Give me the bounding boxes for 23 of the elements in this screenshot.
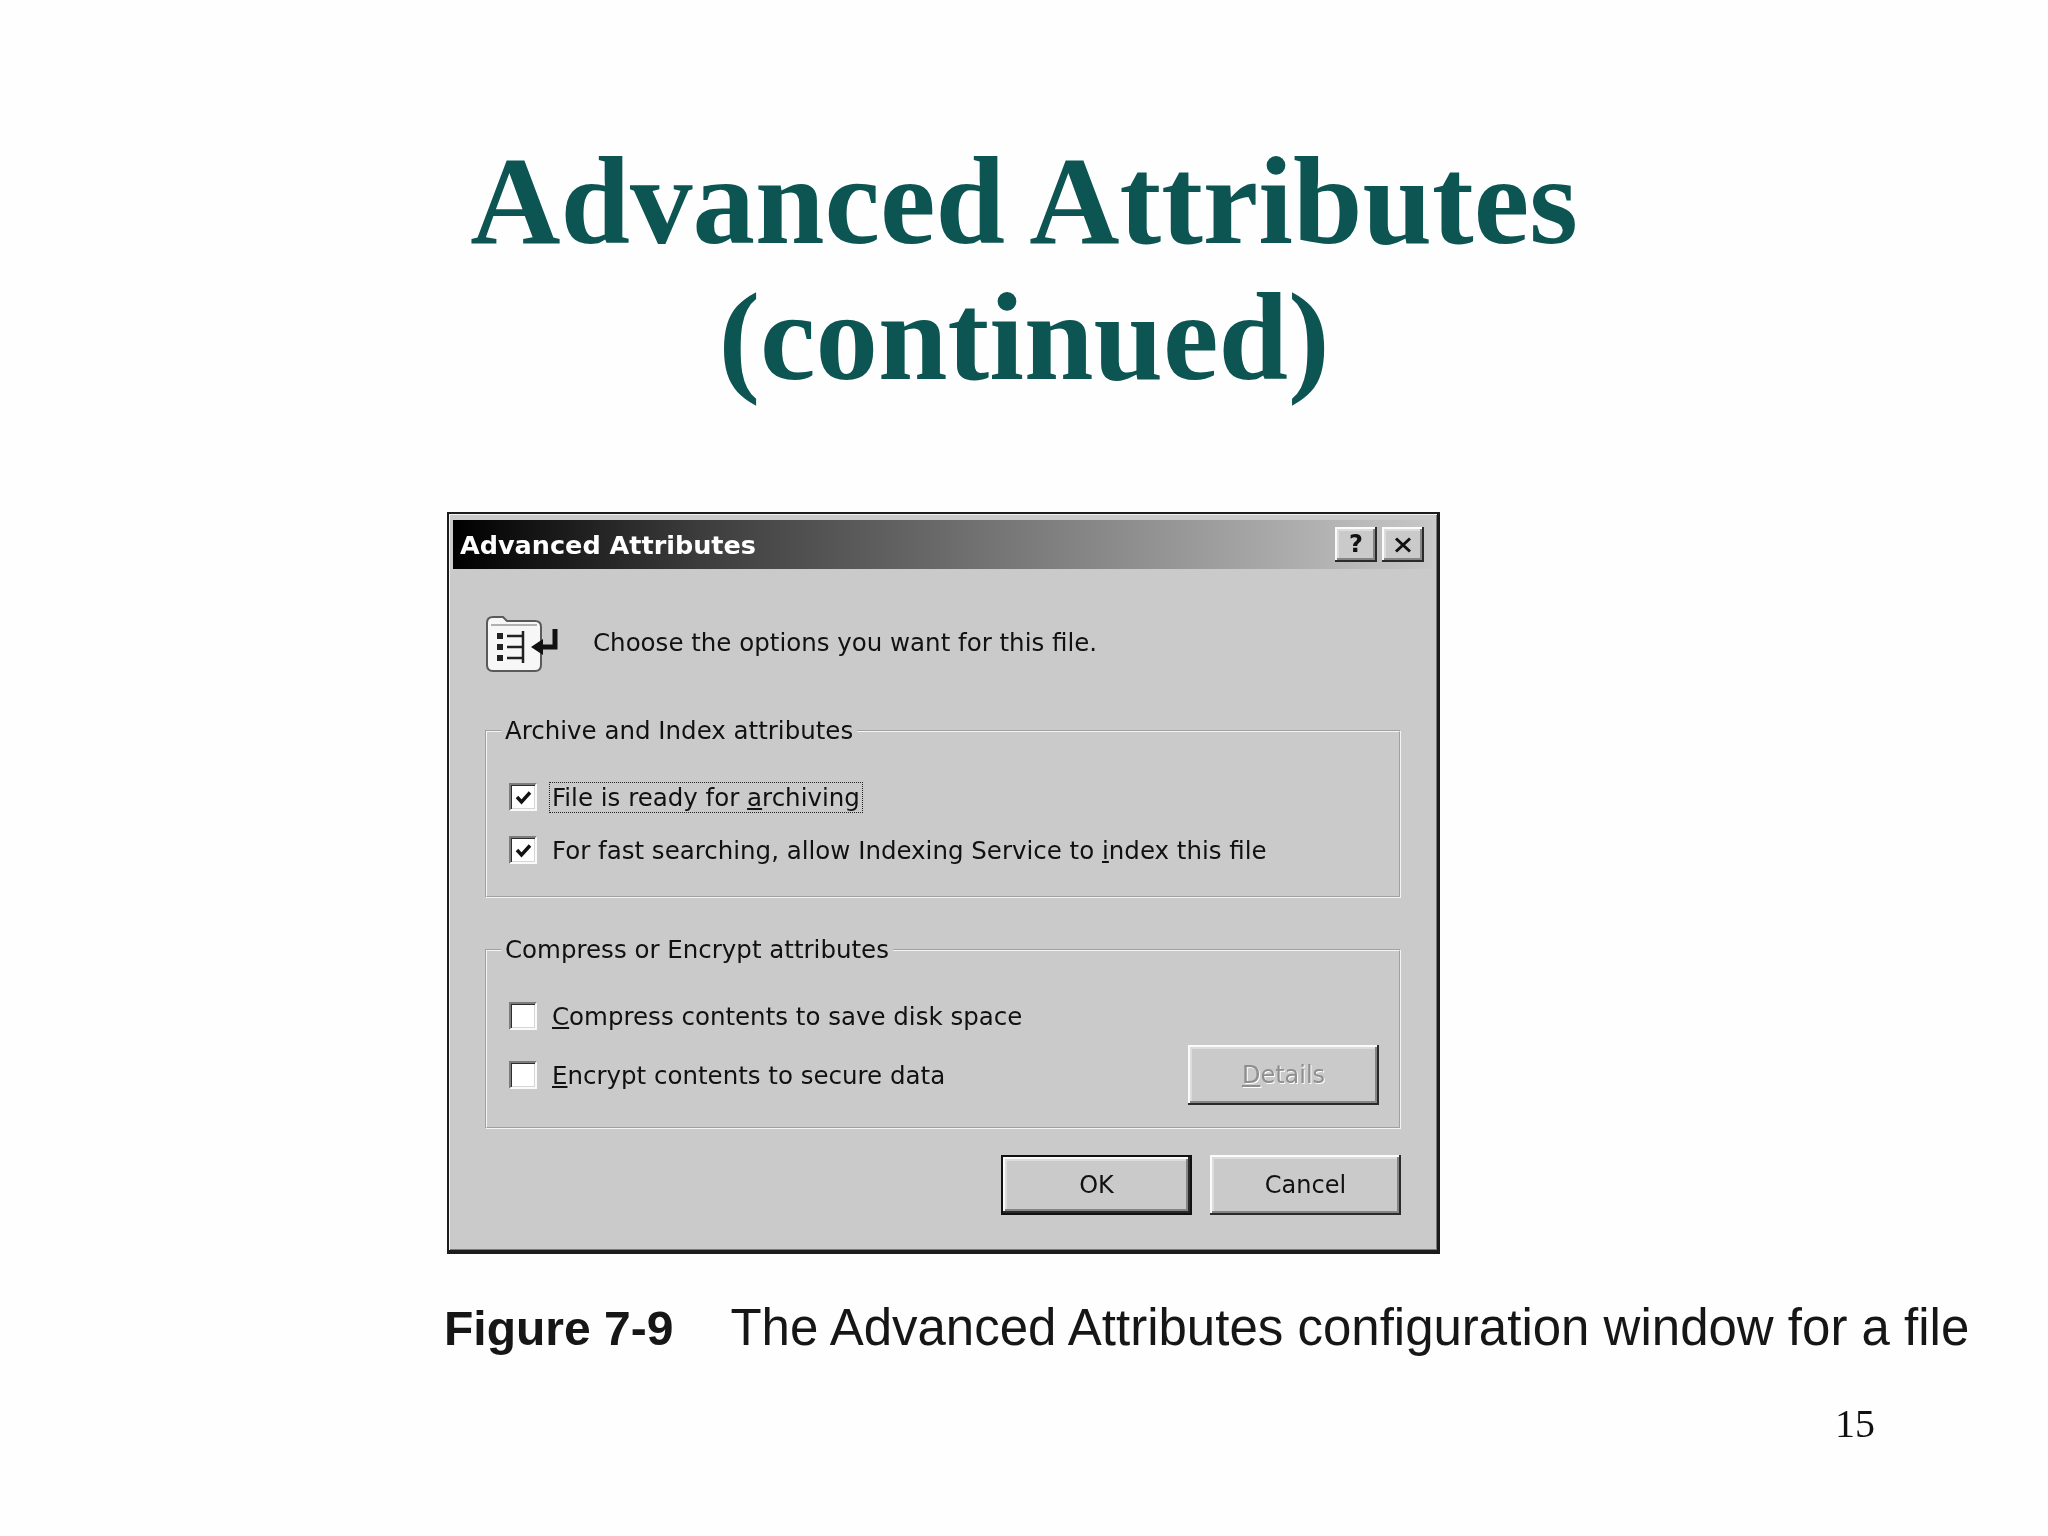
close-icon — [1394, 536, 1412, 553]
checkmark-icon — [514, 842, 532, 858]
slide-title: Advanced Attributes (continued) — [469, 133, 1579, 405]
checkbox[interactable] — [509, 1002, 537, 1030]
figure-caption: The Advanced Attributes configuration window for a file — [730, 1300, 1970, 1356]
checkbox-label[interactable]: File is ready for archiving — [549, 781, 863, 813]
dialog-button[interactable]: OK — [1001, 1155, 1192, 1215]
checkbox[interactable] — [509, 1061, 537, 1089]
close-button[interactable] — [1382, 527, 1424, 562]
checkmark-icon — [514, 789, 532, 805]
checkbox-label[interactable]: Encrypt contents to secure data — [549, 1059, 949, 1091]
dialog-button[interactable]: Cancel — [1210, 1155, 1401, 1215]
window-title: Advanced Attributes — [460, 529, 756, 560]
prompt-text: Choose the options you want for this file. — [593, 627, 1098, 657]
checkbox[interactable] — [509, 783, 537, 811]
figure-label: Figure 7-9 — [444, 1301, 674, 1357]
checkbox-label[interactable]: For fast searching, allow Indexing Service to index this file — [549, 834, 1270, 866]
group-legend: Archive and Index attributes — [501, 716, 858, 745]
checkbox-label[interactable]: Compress contents to save disk space — [549, 1000, 1026, 1032]
help-button[interactable]: ? — [1335, 527, 1377, 562]
page-number: 15 — [1835, 1401, 1875, 1446]
checkbox[interactable] — [509, 836, 537, 864]
group-legend: Compress or Encrypt attributes — [501, 935, 893, 964]
